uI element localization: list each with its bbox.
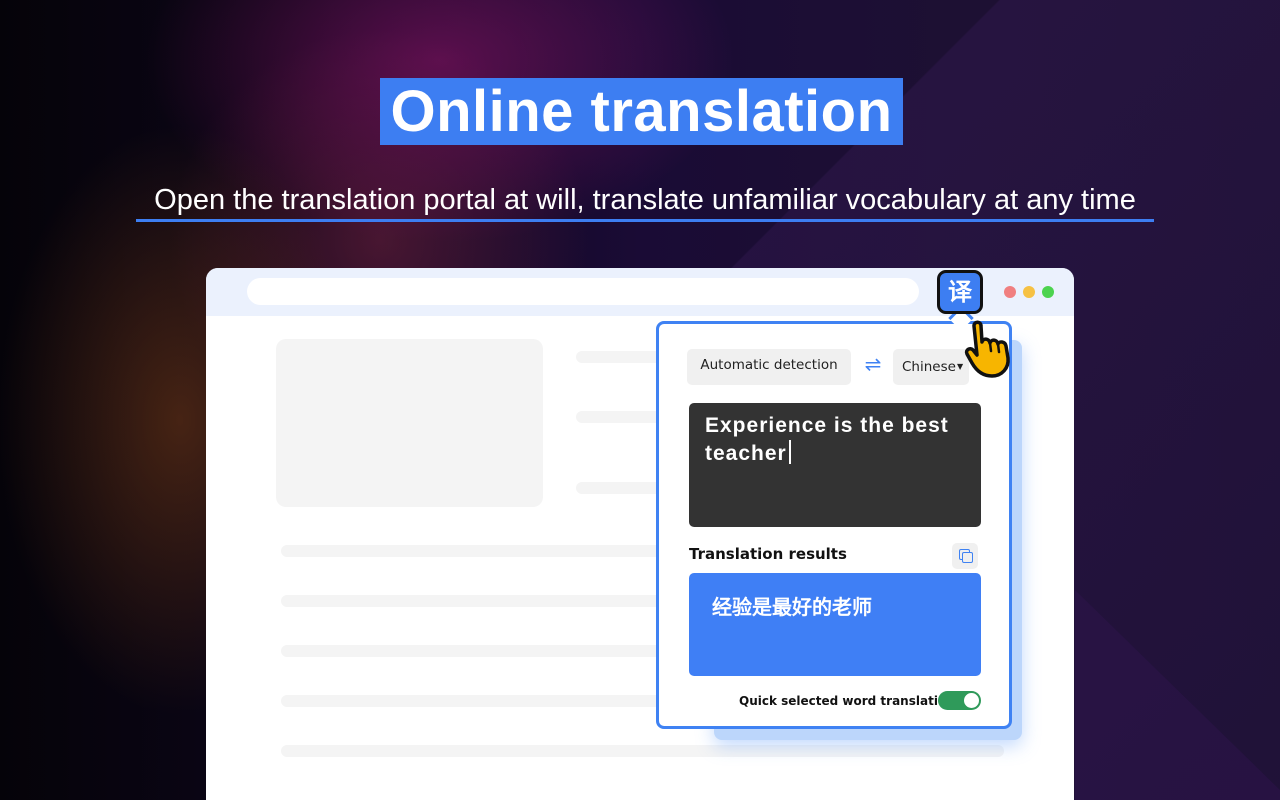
address-bar[interactable] (247, 278, 919, 305)
placeholder-line (576, 351, 666, 363)
source-text: Experience is the best teacher (705, 414, 949, 465)
page-title: Online translation (380, 78, 903, 145)
swap-arrows-icon[interactable]: ⇌ (862, 354, 884, 376)
pointer-hand-icon (964, 320, 1010, 378)
placeholder-line (281, 595, 681, 607)
copy-button[interactable] (952, 543, 978, 569)
copy-icon (962, 552, 973, 563)
quick-translation-toggle[interactable] (938, 691, 981, 710)
target-language-select[interactable]: Chinese▼ (893, 349, 969, 385)
placeholder-image (276, 339, 543, 507)
source-language-select[interactable]: Automatic detection (687, 349, 851, 385)
target-language-label: Chinese (902, 359, 956, 375)
placeholder-line (281, 695, 681, 707)
window-minimize-button[interactable] (1023, 286, 1035, 298)
window-maximize-button[interactable] (1042, 286, 1054, 298)
toggle-knob (964, 693, 979, 708)
text-cursor (788, 440, 791, 464)
window-close-button[interactable] (1004, 286, 1016, 298)
results-title: Translation results (689, 545, 847, 563)
placeholder-line (281, 545, 681, 557)
translation-popup: Automatic detection ⇌ Chinese▼ Experienc… (656, 321, 1012, 729)
placeholder-line (281, 645, 681, 657)
source-text-input[interactable]: Experience is the best teacher (689, 403, 981, 527)
quick-translation-label: Quick selected word translation (739, 694, 955, 708)
translation-result: 经验是最好的老师 (689, 573, 981, 676)
placeholder-line (281, 745, 1004, 757)
placeholder-line (576, 482, 666, 494)
translate-extension-button[interactable]: 译 (937, 270, 983, 314)
page-subtitle: Open the translation portal at will, tra… (136, 182, 1154, 222)
placeholder-line (576, 411, 666, 423)
